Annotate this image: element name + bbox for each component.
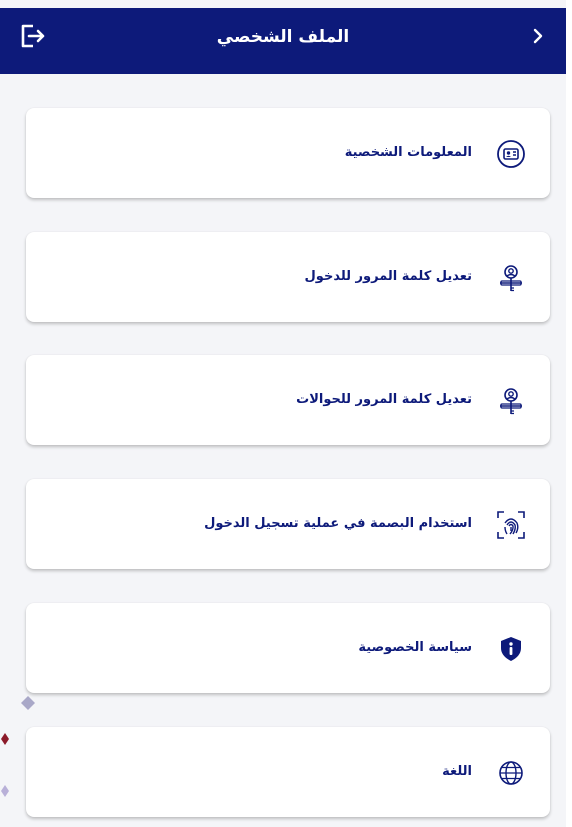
menu-item-privacy-policy[interactable]: سياسة الخصوصية xyxy=(26,603,550,693)
menu-item-label: تعديل كلمة المرور للدخول xyxy=(304,269,472,284)
menu-item-label: سياسة الخصوصية xyxy=(358,640,472,655)
user-key-icon xyxy=(500,388,522,415)
app-header: الملف الشخصي xyxy=(0,8,566,74)
chevron-right-icon[interactable] xyxy=(528,26,548,46)
user-key-icon xyxy=(500,265,522,292)
logout-icon[interactable] xyxy=(18,22,46,50)
menu-item-change-login-password[interactable]: تعديل كلمة المرور للدخول xyxy=(26,232,550,322)
menu-item-change-transfer-password[interactable]: تعديل كلمة المرور للحوالات xyxy=(26,355,550,445)
diamond-decoration-icon xyxy=(1,733,9,745)
menu-item-language[interactable]: اللغة xyxy=(26,727,550,817)
menu-item-label: المعلومات الشخصية xyxy=(344,145,472,160)
right-edge-strip xyxy=(566,0,572,827)
menu-item-label: تعديل كلمة المرور للحوالات xyxy=(296,392,472,407)
menu-item-label: اللغة xyxy=(442,764,472,779)
menu-item-fingerprint-login[interactable]: استخدام البصمة في عملية تسجيل الدخول xyxy=(26,479,550,569)
id-card-icon xyxy=(497,140,525,168)
fingerprint-scan-icon xyxy=(497,511,525,539)
diamond-decoration-icon xyxy=(1,785,9,797)
menu-item-label: استخدام البصمة في عملية تسجيل الدخول xyxy=(204,516,472,531)
menu-item-personal-info[interactable]: المعلومات الشخصية xyxy=(26,108,550,198)
diamond-decoration-icon xyxy=(21,696,35,710)
shield-info-icon xyxy=(501,637,521,661)
page-title: الملف الشخصي xyxy=(216,27,350,47)
globe-icon xyxy=(499,761,523,785)
